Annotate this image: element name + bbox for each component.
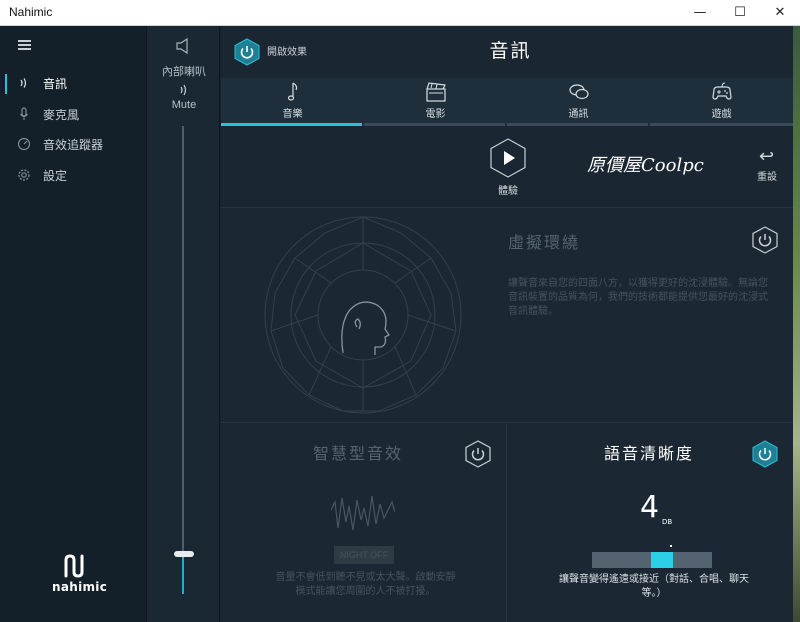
sidebar-item-label: 麥克風 bbox=[43, 108, 80, 122]
speaker-icon[interactable] bbox=[174, 36, 194, 56]
header: 開啟效果 音訊 bbox=[221, 26, 800, 78]
title-bar: Nahimic — ☐ ✕ bbox=[0, 0, 800, 26]
voice-clarity-slider[interactable] bbox=[592, 552, 712, 568]
sphere-head-illustration bbox=[264, 216, 462, 414]
main-panel: 開啟效果 音訊 音樂 電影 通訊 遊戲 體驗 原價屋Coolpc ↩ 重設 虛擬… bbox=[221, 26, 800, 622]
clapperboard-icon bbox=[424, 80, 448, 104]
voice-clarity-power-icon[interactable] bbox=[751, 440, 779, 468]
voice-clarity-value: 4 bbox=[640, 490, 660, 525]
play-demo-button[interactable] bbox=[489, 138, 527, 178]
profile-tabs: 音樂 電影 通訊 遊戲 bbox=[221, 78, 800, 126]
voice-clarity-slider-thumb[interactable] bbox=[651, 552, 673, 568]
virtual-surround-panel: 虛擬環繞 讓聲音來自您的四面八方，以獲得更好的沈浸體驗。無論您音訊裝置的品質為何… bbox=[221, 209, 793, 423]
action-bar: 體驗 原價屋Coolpc ↩ 重設 bbox=[221, 126, 800, 208]
smart-volume-title: 智慧型音效 bbox=[313, 444, 404, 463]
sidebar-item-label: 音訊 bbox=[43, 77, 68, 91]
mute-icon[interactable] bbox=[178, 83, 190, 100]
play-demo-label: 體驗 bbox=[498, 186, 518, 197]
minimize-button[interactable]: — bbox=[680, 0, 720, 26]
voice-clarity-title: 語音清晰度 bbox=[604, 444, 695, 463]
reset-label[interactable]: 重設 bbox=[757, 168, 777, 183]
sidebar-item-label: 設定 bbox=[43, 169, 68, 183]
sound-tracker-icon bbox=[17, 137, 31, 151]
volume-slider-track[interactable] bbox=[182, 126, 184, 594]
page-title: 音訊 bbox=[489, 40, 532, 62]
microphone-icon bbox=[17, 107, 31, 121]
volume-slider-fill bbox=[182, 556, 184, 594]
sidebar-item-settings[interactable]: 設定 bbox=[0, 162, 146, 190]
tab-label: 電影 bbox=[425, 109, 446, 120]
gamepad-icon bbox=[710, 80, 734, 104]
virtual-surround-power-icon[interactable] bbox=[751, 226, 779, 254]
window-title: Nahimic bbox=[9, 5, 53, 19]
voice-clarity-unit: DB bbox=[662, 518, 673, 526]
app-window: Nahimic — ☐ ✕ 音訊 麥克風 音效追蹤器 設定 nahimic 內部… bbox=[0, 0, 800, 622]
smart-volume-description: 音量不會低到聽不見或太大聲。啟動安靜模式能讓您周圍的人不被打擾。 bbox=[275, 572, 456, 597]
audio-wave-icon bbox=[17, 76, 31, 90]
volume-panel: 內部喇叭 Mute bbox=[146, 26, 220, 622]
mute-label: Mute bbox=[171, 99, 197, 111]
sidebar-item-sound-tracker[interactable]: 音效追蹤器 bbox=[0, 131, 146, 159]
sidebar-item-microphone[interactable]: 麥克風 bbox=[0, 101, 146, 129]
active-indicator bbox=[5, 74, 7, 94]
tab-games[interactable]: 遊戲 bbox=[650, 78, 800, 126]
voice-clarity-description: 讓聲音變得遙遠或接近（對話、合唱、聊天等。） bbox=[559, 574, 749, 599]
close-button[interactable]: ✕ bbox=[760, 0, 800, 26]
night-mode-toggle[interactable]: NIGHT OFF bbox=[334, 546, 394, 564]
nahimic-logo: nahimic bbox=[50, 554, 107, 598]
tab-movies[interactable]: 電影 bbox=[364, 78, 507, 126]
smart-volume-panel: 智慧型音效 NIGHT OFF 音量不會低到聽不見或太大聲。啟動安靜模式能讓您周… bbox=[221, 424, 507, 622]
gear-icon bbox=[17, 168, 31, 182]
volume-slider-thumb[interactable] bbox=[174, 551, 194, 557]
virtual-surround-description: 讓聲音來自您的四面八方，以獲得更好的沈浸體驗。無論您音訊裝置的品質為何，我們的技… bbox=[508, 278, 768, 317]
output-device-label: 內部喇叭 bbox=[162, 65, 206, 78]
logo-text: nahimic bbox=[52, 580, 108, 594]
sidebar-item-audio[interactable]: 音訊 bbox=[0, 70, 146, 98]
music-note-icon bbox=[281, 80, 305, 104]
tab-communication[interactable]: 通訊 bbox=[507, 78, 650, 126]
reset-icon[interactable]: ↩ bbox=[759, 146, 774, 167]
virtual-surround-title: 虛擬環繞 bbox=[508, 233, 581, 252]
slider-tick-mark bbox=[670, 545, 672, 547]
sidebar: 音訊 麥克風 音效追蹤器 設定 nahimic bbox=[0, 26, 146, 622]
hamburger-menu-icon[interactable] bbox=[18, 40, 31, 50]
voice-clarity-panel: 語音清晰度 4 DB 讓聲音變得遙遠或接近（對話、合唱、聊天等。） bbox=[508, 424, 793, 622]
tab-music[interactable]: 音樂 bbox=[221, 78, 364, 126]
tab-label: 通訊 bbox=[568, 109, 589, 120]
tab-label: 音樂 bbox=[282, 109, 303, 120]
desktop-background-edge bbox=[793, 26, 800, 622]
tab-label: 遊戲 bbox=[711, 109, 732, 120]
maximize-button[interactable]: ☐ bbox=[720, 0, 760, 26]
smart-volume-power-icon[interactable] bbox=[464, 440, 492, 468]
chat-bubbles-icon bbox=[567, 80, 591, 104]
waveform-icon bbox=[331, 495, 395, 531]
sidebar-item-label: 音效追蹤器 bbox=[43, 138, 104, 152]
watermark-brand: 原價屋Coolpc bbox=[587, 155, 704, 176]
